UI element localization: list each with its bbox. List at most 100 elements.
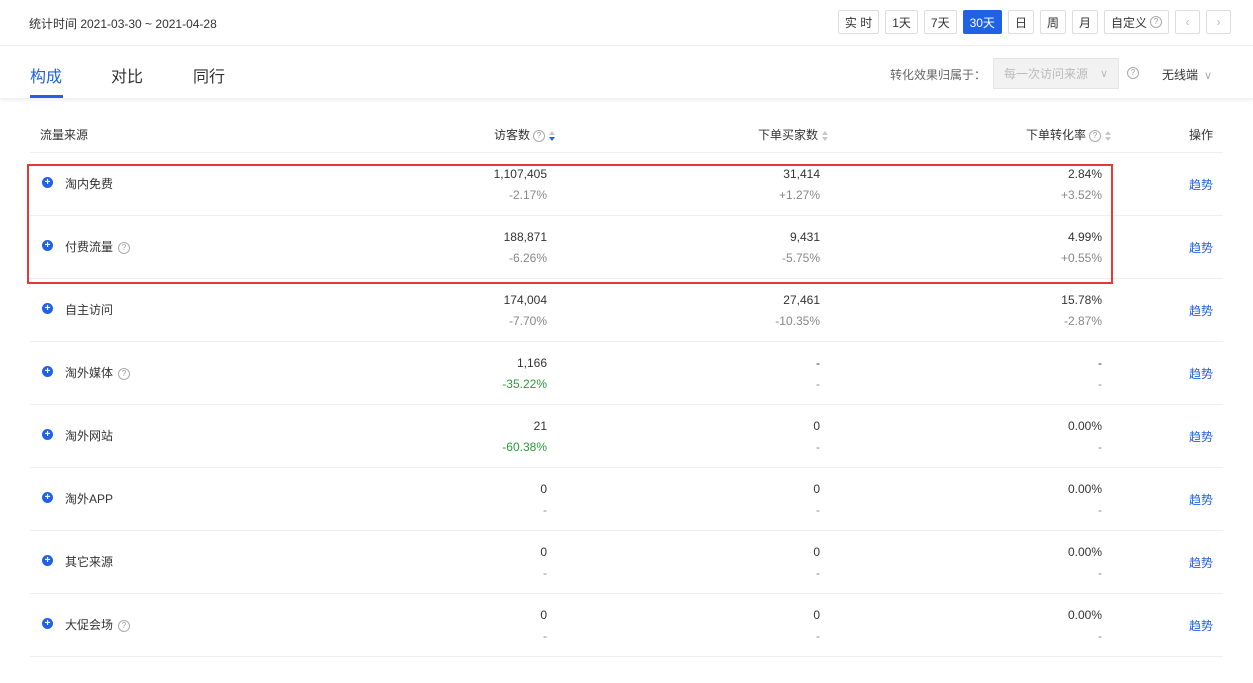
range-button-custom[interactable]: 自定义? — [1103, 10, 1169, 34]
table-body: + 淘内免费 1,107,405 -2.17% 31,414 +1.27% 2.84% +3.… — [30, 153, 1223, 657]
expand-plus-icon[interactable]: + — [42, 555, 53, 566]
visitors-value: 0 — [540, 482, 547, 496]
visitors-value: 174,004 — [503, 293, 547, 307]
range-button-month[interactable]: 月 — [1071, 10, 1098, 34]
chevron-down-icon: ∨ — [1099, 68, 1108, 80]
expand-plus-icon[interactable]: + — [42, 366, 53, 377]
expand-plus-icon[interactable]: + — [42, 303, 53, 314]
prev-period-button[interactable]: ‹ — [1175, 10, 1200, 34]
table-row: + 淘外APP 0 - 0 - 0.00% - 趋势 — [30, 468, 1223, 531]
buyers-value: 9,431 — [789, 230, 820, 244]
date-range-label: 统计时间 2021-03-30 ~ 2021-04-28 — [29, 17, 217, 31]
visitors-delta: -35.22% — [502, 377, 547, 391]
rate-value: - — [1098, 356, 1102, 370]
range-button-week[interactable]: 周 — [1039, 10, 1066, 34]
source-name-label: 淘外网站 — [65, 429, 114, 443]
column-header-rate[interactable]: 下单转化率? — [1026, 126, 1112, 143]
table-row: + 大促会场? 0 - 0 - 0.00% - 趋势 — [30, 594, 1223, 657]
range-button-7day[interactable]: 7天 — [923, 10, 957, 34]
table-row: + 淘外网站 21 -60.38% 0 - 0.00% - 趋势 — [30, 405, 1223, 468]
rate-delta: - — [1098, 629, 1102, 643]
buyers-value: 31,414 — [783, 167, 820, 181]
visitors-value: 0 — [540, 545, 547, 559]
source-name: 付费流量? — [65, 238, 131, 255]
visitors-delta: - — [543, 629, 547, 643]
device-select[interactable]: 无线端 ∨ — [1162, 66, 1212, 83]
buyers-delta: -10.35% — [775, 314, 820, 328]
active-tab-indicator — [30, 95, 63, 98]
column-header-visitors[interactable]: 访客数? — [494, 126, 556, 143]
buyers-delta: - — [816, 377, 820, 391]
source-name-label: 大促会场 — [65, 618, 114, 632]
buyers-value: 0 — [813, 545, 820, 559]
source-name-label: 淘内免费 — [65, 177, 114, 191]
expand-plus-icon[interactable]: + — [42, 429, 53, 440]
attribution-select[interactable]: 每一次访问来源 ∨ — [993, 58, 1119, 89]
source-name: 淘外媒体? — [65, 364, 131, 381]
tab-compare[interactable]: 对比 — [111, 63, 143, 87]
sort-icon — [1105, 130, 1112, 141]
column-header-action: 操作 — [1189, 128, 1214, 142]
rate-delta: - — [1098, 503, 1102, 517]
expand-plus-icon[interactable]: + — [42, 618, 53, 629]
help-icon: ? — [533, 129, 546, 142]
custom-range-label: 自定义 — [1110, 15, 1147, 30]
buyers-value: 0 — [813, 482, 820, 496]
source-name: 自主访问 — [65, 301, 113, 318]
source-name-label: 付费流量 — [65, 240, 114, 254]
source-name-label: 其它来源 — [65, 555, 114, 569]
expand-plus-icon[interactable]: + — [42, 177, 53, 188]
help-icon: ? — [118, 619, 131, 632]
source-name: 淘外APP — [65, 490, 113, 507]
visitors-delta: -2.17% — [508, 188, 547, 202]
visitors-value: 1,107,405 — [493, 167, 547, 181]
expand-plus-icon[interactable]: + — [42, 240, 53, 251]
buyers-value: 0 — [813, 608, 820, 622]
table-row: + 自主访问 174,004 -7.70% 27,461 -10.35% 15.78% -2.… — [30, 279, 1223, 342]
range-button-30day[interactable]: 30天 — [962, 10, 1002, 34]
tab-composition[interactable]: 构成 — [30, 63, 62, 87]
trend-link[interactable]: 趋势 — [1189, 554, 1213, 571]
range-button-realtime[interactable]: 实 时 — [837, 10, 880, 34]
visitors-delta: -7.70% — [508, 314, 547, 328]
help-icon: ? — [1150, 16, 1162, 28]
trend-link[interactable]: 趋势 — [1189, 491, 1213, 508]
visitors-value: 0 — [540, 608, 547, 622]
trend-link[interactable]: 趋势 — [1189, 176, 1213, 193]
buyers-delta: - — [816, 629, 820, 643]
tab-bar: 构成 对比 同行 转化效果归属于： 每一次访问来源 ∨ ? 无线端 ∨ — [0, 47, 1253, 98]
help-icon: ? — [118, 241, 131, 254]
rate-value: 0.00% — [1067, 419, 1102, 433]
attribution-help-icon[interactable]: ? — [1127, 67, 1139, 79]
tab-peers[interactable]: 同行 — [193, 63, 225, 87]
range-button-1day[interactable]: 1天 — [885, 10, 918, 34]
trend-link[interactable]: 趋势 — [1189, 302, 1213, 319]
table-row: + 淘内免费 1,107,405 -2.17% 31,414 +1.27% 2.84% +3.… — [30, 153, 1223, 216]
help-icon: ? — [1089, 129, 1102, 142]
visitors-delta: - — [543, 503, 547, 517]
visitors-value: 1,166 — [516, 356, 547, 370]
rate-value: 4.99% — [1067, 230, 1102, 244]
table-row: + 其它来源 0 - 0 - 0.00% - 趋势 — [30, 531, 1223, 594]
source-name: 其它来源 — [65, 553, 113, 570]
buyers-delta: - — [816, 566, 820, 580]
trend-link[interactable]: 趋势 — [1189, 239, 1213, 256]
trend-link[interactable]: 趋势 — [1189, 428, 1213, 445]
source-name: 淘内免费 — [65, 175, 113, 192]
sort-icon — [822, 130, 829, 141]
rate-delta: +3.52% — [1060, 188, 1102, 202]
expand-plus-icon[interactable]: + — [42, 492, 53, 503]
source-name: 淘外网站 — [65, 427, 113, 444]
next-period-button[interactable]: › — [1206, 10, 1231, 34]
visitors-delta: -6.26% — [508, 251, 547, 265]
buyers-delta: -5.75% — [781, 251, 820, 265]
range-button-day[interactable]: 日 — [1007, 10, 1034, 34]
trend-link[interactable]: 趋势 — [1189, 365, 1213, 382]
range-button-group: 实 时 1天 7天 30天 日 周 月 自定义? ‹ › — [832, 10, 1231, 34]
chevron-left-icon: ‹ — [1185, 15, 1190, 29]
visitors-value: 21 — [533, 419, 547, 433]
table-header: 流量来源 访客数? 下单买家数 下单转化率? 操作 — [30, 116, 1223, 153]
trend-link[interactable]: 趋势 — [1189, 617, 1213, 634]
chevron-down-icon: ∨ — [1204, 70, 1213, 82]
column-header-buyers[interactable]: 下单买家数 — [758, 126, 829, 143]
